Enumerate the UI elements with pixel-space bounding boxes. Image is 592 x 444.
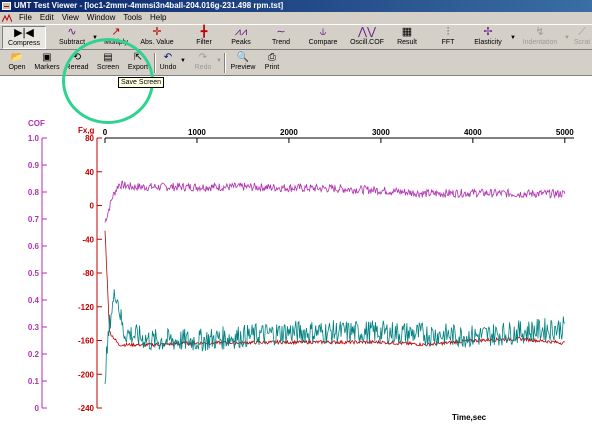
- cof-tick-label: 0.4: [28, 296, 40, 305]
- scratch-icon: ⟋: [578, 26, 586, 38]
- title-bar: UMT Test Viewer - [loc1-2mmr-4mmsi3n4bal…: [0, 0, 592, 12]
- fx-tick-label: -160: [78, 337, 95, 346]
- undo-button[interactable]: ↶ Undo: [158, 52, 178, 74]
- x-tick-label: 0: [103, 128, 108, 137]
- cof-tick-label: 0.7: [28, 215, 40, 224]
- compress-icon: ▶|◀: [14, 27, 34, 39]
- menu-view[interactable]: View: [58, 12, 83, 24]
- toolbar-separator: [154, 53, 156, 73]
- fft-button[interactable]: ⫶ FFT: [438, 26, 458, 49]
- cof-tick-label: 0.3: [28, 323, 40, 332]
- plot-area[interactable]: 0 1000 2000 3000 4000 5000Time,secCOF1.00.90.…: [0, 88, 592, 444]
- open-folder-icon: 📂: [10, 52, 24, 63]
- redo-icon: ↷: [198, 52, 208, 63]
- print-button[interactable]: ⎙ Print: [260, 52, 284, 74]
- x-axis-label: Time,sec: [452, 413, 487, 422]
- trend-button[interactable]: ∼ Trend: [268, 26, 294, 49]
- result-button[interactable]: ▦ Result: [394, 26, 420, 49]
- x-tick-label: 5000: [556, 128, 574, 137]
- elasticity-dropdown-icon[interactable]: ▼: [510, 35, 516, 41]
- indentation-button[interactable]: ↯ Indentation: [518, 26, 562, 49]
- cof-tick-label: 0: [35, 404, 40, 413]
- save-screen-tooltip: Save Screen: [118, 77, 165, 88]
- fx-tick-label: -120: [78, 303, 95, 312]
- menu-logo-icon: [1, 13, 13, 23]
- toolbar-separator: [224, 53, 226, 73]
- abs-value-button[interactable]: ✛ Abs. Value: [138, 26, 176, 49]
- cof-tick-label: 0.2: [28, 350, 40, 359]
- menu-window[interactable]: Window: [83, 12, 119, 24]
- filter-icon: ╋: [200, 26, 208, 38]
- compress-button[interactable]: ▶|◀ Compress: [2, 26, 46, 49]
- indentation-icon: ↯: [535, 26, 545, 38]
- cof-series-line: [104, 180, 566, 223]
- result-icon: ▦: [401, 26, 413, 38]
- preview-button[interactable]: 🔍 Preview: [228, 52, 258, 74]
- compare-button[interactable]: ⫝ Compare: [306, 26, 340, 49]
- redo-dropdown-icon[interactable]: ▼: [216, 58, 222, 64]
- print-icon: ⎙: [268, 52, 276, 63]
- cof-tick-label: 0.9: [28, 161, 40, 170]
- markers-button[interactable]: ▣ Markers: [32, 52, 62, 74]
- menu-edit[interactable]: Edit: [36, 12, 58, 24]
- fx-tick-label: 40: [85, 168, 94, 177]
- cof-tick-label: 1.0: [28, 134, 40, 143]
- undo-icon: ↶: [163, 52, 173, 63]
- filter-button[interactable]: ╋ Filter: [190, 26, 218, 49]
- fx-tick-label: -240: [78, 404, 95, 413]
- menu-help[interactable]: Help: [146, 12, 170, 24]
- fx-tick-label: 0: [90, 202, 95, 211]
- markers-icon: ▣: [42, 52, 52, 63]
- cof-tick-label: 0.1: [28, 377, 40, 386]
- peaks-icon: ⩘⩘: [234, 26, 248, 38]
- redo-button[interactable]: ↷ Redo: [192, 52, 214, 74]
- trend-icon: ∼: [276, 26, 286, 38]
- indentation-dropdown-icon[interactable]: ▼: [564, 35, 570, 41]
- oscill-cof-icon: ⋀⋁: [357, 26, 377, 38]
- abs-value-icon: ✛: [152, 26, 162, 38]
- elasticity-icon: ✢: [483, 26, 493, 38]
- menu-tools[interactable]: Tools: [119, 12, 146, 24]
- fx-tick-label: -80: [82, 269, 94, 278]
- fft-icon: ⫶: [446, 26, 450, 38]
- x-tick-label: 2000: [280, 128, 298, 137]
- preview-icon: 🔍: [236, 52, 250, 63]
- elasticity-button[interactable]: ✢ Elasticity: [470, 26, 506, 49]
- subtract-icon: ∿: [67, 26, 77, 38]
- fx-tick-label: -40: [82, 235, 94, 244]
- cof-tick-label: 0.6: [28, 242, 40, 251]
- multiply-icon: ↗: [111, 26, 121, 38]
- menu-bar: File Edit View Window Tools Help: [0, 12, 592, 24]
- noisy-series-line: [104, 289, 565, 384]
- x-tick-label: 4000: [464, 128, 482, 137]
- open-button[interactable]: 📂 Open: [4, 52, 30, 74]
- window-title: UMT Test Viewer - [loc1-2mmr-4mmsi3n4bal…: [14, 1, 284, 10]
- x-tick-label: 3000: [372, 128, 390, 137]
- oscill-cof-button[interactable]: ⋀⋁ Oscill.COF: [346, 26, 388, 49]
- peaks-button[interactable]: ⩘⩘ Peaks: [228, 26, 254, 49]
- fx-tick-label: -200: [78, 370, 95, 379]
- menu-file[interactable]: File: [15, 12, 36, 24]
- x-tick-label: 1000: [188, 128, 206, 137]
- undo-dropdown-icon[interactable]: ▼: [180, 58, 186, 64]
- fx-tick-label: 80: [85, 134, 94, 143]
- cof-tick-label: 0.5: [28, 269, 40, 278]
- cof-axis-label: COF: [28, 119, 45, 128]
- app-icon: [2, 2, 11, 10]
- scratch-button[interactable]: ⟋ Scrat: [572, 26, 592, 49]
- cof-tick-label: 0.8: [28, 188, 40, 197]
- compare-icon: ⫝: [319, 26, 327, 38]
